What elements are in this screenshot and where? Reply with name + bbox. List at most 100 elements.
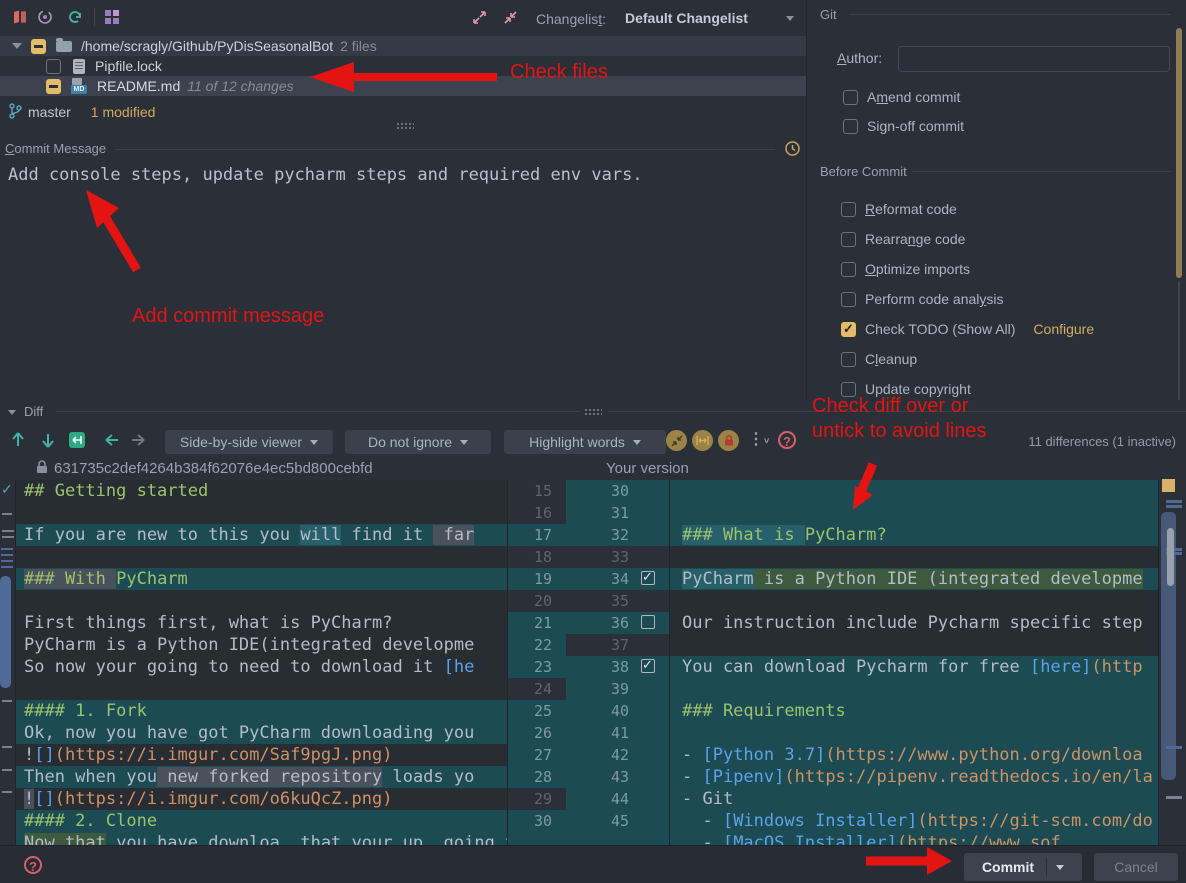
cancel-button-label: Cancel <box>1114 859 1158 875</box>
line-number-left: 26 <box>508 722 566 744</box>
go-left-icon[interactable] <box>102 432 120 451</box>
diff-right-line: ### What is PyCharm? <box>670 524 1158 546</box>
diff-left-line <box>16 546 508 568</box>
previous-change-icon[interactable] <box>10 431 26 452</box>
option-checkbox[interactable] <box>841 292 856 307</box>
amend-checkbox[interactable] <box>843 90 858 105</box>
collapse-unchanged-icon[interactable] <box>666 430 687 451</box>
before-commit-option[interactable]: Rearrange code <box>841 224 1094 254</box>
refresh-icon[interactable] <box>66 8 84 29</box>
more-options-icon[interactable]: ⋮˅ <box>748 429 769 449</box>
option-checkbox[interactable] <box>841 262 856 277</box>
commit-message-label: Commit Message <box>5 141 106 156</box>
author-input[interactable] <box>898 46 1170 72</box>
line-number-left: 21 <box>508 612 566 634</box>
panel-scrollbar-track <box>1178 282 1180 400</box>
readme-meta: 11 of 12 changes <box>187 78 293 94</box>
tree-row-readme[interactable]: MD README.md 11 of 12 changes <box>0 76 806 96</box>
rollback-history-icon[interactable] <box>36 8 54 29</box>
diff-change-checkbox[interactable] <box>641 615 655 629</box>
inner-scrollbar-thumb[interactable] <box>1167 528 1174 586</box>
commit-button[interactable]: Commit <box>964 853 1082 881</box>
diff-change-checkbox[interactable] <box>641 659 655 673</box>
option-checkbox[interactable] <box>841 322 856 337</box>
signoff-commit-option[interactable]: Sign-off commit <box>843 111 964 141</box>
diff-collapse-icon[interactable] <box>8 410 16 415</box>
diff-change-checkbox[interactable] <box>641 571 655 585</box>
whitespace-dropdown[interactable]: Do not ignore <box>345 430 491 454</box>
diff-splitter-handle[interactable] <box>584 408 602 415</box>
differences-count: 11 differences (1 inactive) <box>1028 434 1176 449</box>
annotation-check-files: Check files <box>510 61 608 84</box>
synchronize-scroll-icon[interactable] <box>692 430 713 451</box>
diff-left-line: ### With PyCharm <box>16 568 508 590</box>
diff-right-line <box>670 590 1158 612</box>
diff-gutter: 41 <box>566 722 670 744</box>
panel-scrollbar[interactable] <box>1176 28 1182 278</box>
jump-to-source-icon[interactable] <box>68 431 86 452</box>
commit-options-caret-icon[interactable] <box>1056 865 1064 870</box>
branch-name[interactable]: master <box>28 104 71 120</box>
modified-count[interactable]: 1 modified <box>91 104 156 120</box>
before-commit-title: Before Commit <box>820 164 907 179</box>
line-number-left: 30 <box>508 810 566 832</box>
diff-left-line: Then when you new forked repository load… <box>16 766 508 788</box>
diff-gutter: 44 <box>566 788 670 810</box>
change-marker <box>2 700 12 702</box>
option-checkbox[interactable] <box>841 352 856 367</box>
diff-row: Ok, now you have got PyCharm downloading… <box>16 722 1158 744</box>
line-number-left: 29 <box>508 788 566 810</box>
changelist-select[interactable]: Default Changelist <box>625 10 748 26</box>
option-checkbox[interactable] <box>841 202 856 217</box>
root-checkbox[interactable] <box>31 39 46 54</box>
signoff-checkbox[interactable] <box>843 119 858 134</box>
option-checkbox[interactable] <box>841 232 856 247</box>
line-number-left: 27 <box>508 744 566 766</box>
commit-message-input[interactable]: Add console steps, update pycharm steps … <box>8 165 798 185</box>
help-icon[interactable]: ? <box>24 856 42 874</box>
help-icon[interactable]: ? <box>778 431 796 449</box>
diff-row: ### With PyCharm1934PyCharm is a Python … <box>16 568 1158 590</box>
change-marker <box>1 560 13 562</box>
branch-icon <box>8 103 22 122</box>
group-by-icon[interactable] <box>104 9 120 28</box>
collapse-all-icon[interactable] <box>503 10 518 28</box>
commit-icon[interactable] <box>12 9 28 28</box>
tree-row-pipfile[interactable]: Pipfile.lock <box>0 56 806 76</box>
commit-dialog: Changelist: Default Changelist /home/scr… <box>0 0 1186 883</box>
line-number-left: 19 <box>508 568 566 590</box>
before-commit-option[interactable]: Optimize imports <box>841 254 1094 284</box>
chevron-down-icon[interactable] <box>12 43 22 49</box>
change-marker <box>2 536 14 538</box>
configure-link[interactable]: Configure <box>1033 321 1094 337</box>
before-commit-option[interactable]: Cleanup <box>841 344 1094 374</box>
left-scrollbar-thumb[interactable] <box>0 576 11 688</box>
diff-row: Now that you have downloa..that your up.… <box>16 832 1158 845</box>
next-change-icon[interactable] <box>40 431 56 452</box>
splitter-handle[interactable] <box>396 122 414 129</box>
diff-row: 2035 <box>16 590 1158 612</box>
before-commit-option[interactable]: Perform code analysis <box>841 284 1094 314</box>
before-commit-option[interactable]: Reformat code <box>841 194 1094 224</box>
diff-left-line: If you are new to this you will find it … <box>16 524 508 546</box>
readme-checkbox[interactable] <box>46 79 61 94</box>
read-only-lock-icon[interactable] <box>718 430 739 451</box>
annotation-check-diff-1: Check diff over or <box>812 395 968 418</box>
line-number-left: 18 <box>508 546 566 568</box>
viewer-mode-dropdown[interactable]: Side-by-side viewer <box>165 430 333 454</box>
amend-commit-option[interactable]: Amend commit <box>843 82 960 112</box>
highlight-mode-dropdown[interactable]: Highlight words <box>504 430 666 454</box>
pipfile-checkbox[interactable] <box>46 59 61 74</box>
diff-row: So now your going to need to download it… <box>16 656 1158 678</box>
history-clock-icon[interactable] <box>784 140 801 160</box>
option-label: Check TODO (Show All) <box>865 321 1015 337</box>
go-right-icon[interactable] <box>130 432 148 451</box>
diff-row: ![](https://i.imgur.com/Saf9pgJ.png)2742… <box>16 744 1158 766</box>
changelist-caret-icon[interactable] <box>786 16 794 21</box>
diff-row: ![](https://i.imgur.com/o6kuQcZ.png)2944… <box>16 788 1158 810</box>
diff-gutter: 37 <box>566 634 670 656</box>
before-commit-option[interactable]: Check TODO (Show All) Configure <box>841 314 1094 344</box>
tree-row-root[interactable]: /home/scragly/Github/PyDisSeasonalBot 2 … <box>0 36 806 56</box>
cancel-button[interactable]: Cancel <box>1094 853 1178 881</box>
expand-all-icon[interactable] <box>472 10 487 28</box>
